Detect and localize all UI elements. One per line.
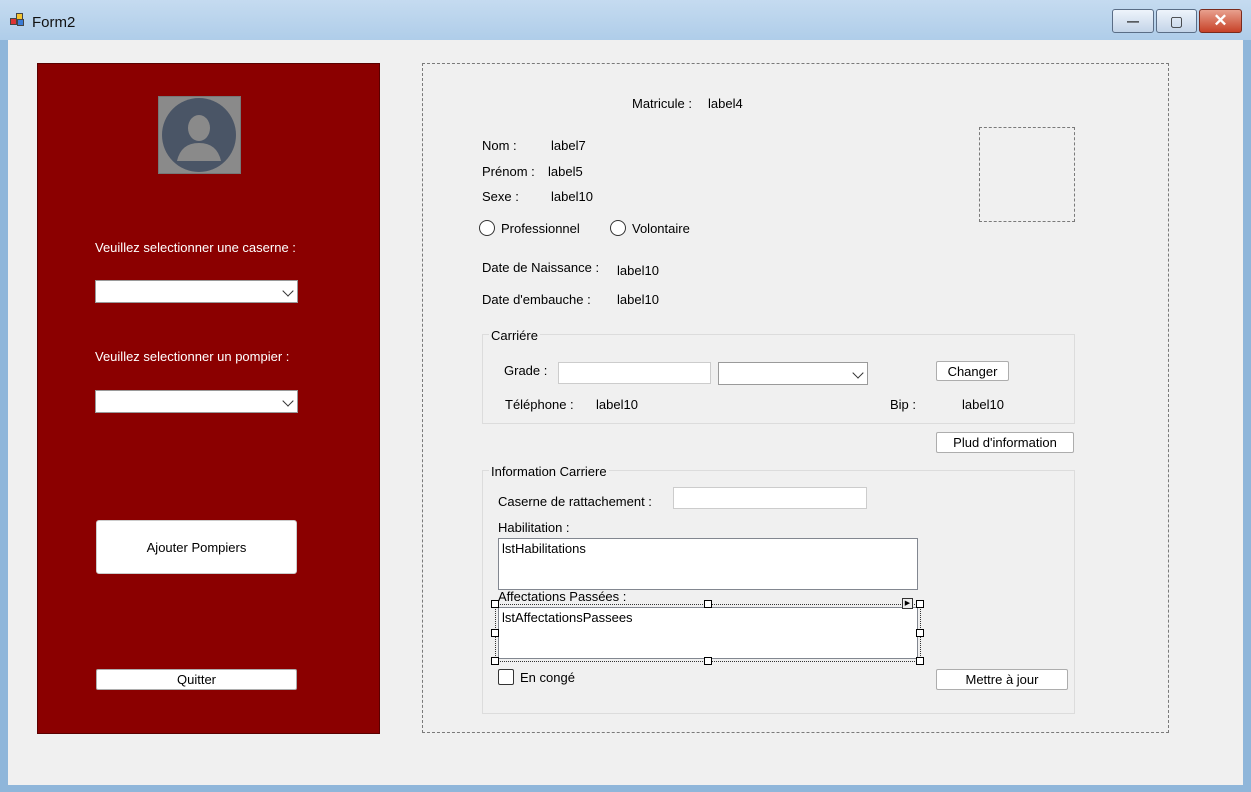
telephone-label: Téléphone : xyxy=(505,397,574,412)
telephone-value: label10 xyxy=(596,397,638,412)
bip-value: label10 xyxy=(962,397,1004,412)
professionnel-radio[interactable] xyxy=(479,220,495,236)
habilitations-listbox[interactable]: lstHabilitations xyxy=(498,538,918,590)
embauche-value: label10 xyxy=(617,292,659,307)
matricule-label: Matricule : xyxy=(632,96,692,111)
add-pompier-button[interactable]: Ajouter Pompiers xyxy=(96,520,297,574)
title-bar xyxy=(0,0,1251,40)
chevron-down-icon xyxy=(282,285,294,297)
more-info-button[interactable]: Plud d'information xyxy=(936,432,1074,453)
habilitations-list-item: lstHabilitations xyxy=(502,541,586,556)
affectations-label: Affectations Passées : xyxy=(498,589,627,604)
pompier-select-label: Veuillez selectionner un pompier : xyxy=(95,349,290,364)
prenom-label: Prénom : xyxy=(482,164,535,179)
naissance-label: Date de Naissance : xyxy=(482,260,600,275)
chevron-down-icon xyxy=(282,395,294,407)
caserne-rattachement-label: Caserne de rattachement : xyxy=(498,494,652,509)
nom-value: label7 xyxy=(551,138,586,153)
resize-handle[interactable] xyxy=(491,657,499,665)
naissance-value: label10 xyxy=(617,263,659,278)
prenom-value: label5 xyxy=(548,164,583,179)
avatar xyxy=(158,96,241,174)
photo-picturebox xyxy=(979,127,1075,222)
pompier-combobox[interactable] xyxy=(95,390,298,413)
conge-checkbox[interactable] xyxy=(498,669,514,685)
affectations-listbox[interactable]: lstAffectationsPassees xyxy=(498,607,918,659)
affectations-list-item: lstAffectationsPassees xyxy=(502,610,633,625)
resize-handle[interactable] xyxy=(704,657,712,665)
update-button[interactable]: Mettre à jour xyxy=(936,669,1068,690)
grade-textbox[interactable] xyxy=(558,362,711,384)
grade-combobox[interactable] xyxy=(718,362,868,385)
chevron-down-icon xyxy=(852,367,864,379)
resize-handle[interactable] xyxy=(916,600,924,608)
resize-handle[interactable] xyxy=(491,600,499,608)
conge-label: En congé xyxy=(520,670,575,685)
user-avatar-icon xyxy=(162,98,236,172)
resize-handle[interactable] xyxy=(916,657,924,665)
minimize-button[interactable]: — xyxy=(1112,9,1154,33)
matricule-value: label4 xyxy=(708,96,743,111)
caserne-combobox[interactable] xyxy=(95,280,298,303)
caserne-select-label: Veuillez selectionner une caserne : xyxy=(95,240,296,255)
carriere-group-title: Carriére xyxy=(489,328,540,343)
volontaire-radio[interactable] xyxy=(610,220,626,236)
close-icon: ✕ xyxy=(1213,11,1228,30)
grade-label: Grade : xyxy=(504,363,548,378)
bip-label: Bip : xyxy=(890,397,917,412)
professionnel-label: Professionnel xyxy=(501,221,580,236)
smart-tag-icon[interactable]: ▶ xyxy=(902,598,913,609)
nom-label: Nom : xyxy=(482,138,517,153)
caserne-rattachement-textbox[interactable] xyxy=(673,487,867,509)
sexe-label: Sexe : xyxy=(482,189,519,204)
habilitation-label: Habilitation : xyxy=(498,520,570,535)
change-button[interactable]: Changer xyxy=(936,361,1009,381)
resize-handle[interactable] xyxy=(704,600,712,608)
quit-button[interactable]: Quitter xyxy=(96,669,297,690)
info-carriere-group-title: Information Carriere xyxy=(489,464,609,479)
embauche-label: Date d'embauche : xyxy=(482,292,591,307)
volontaire-label: Volontaire xyxy=(632,221,690,236)
app-icon xyxy=(10,13,26,27)
close-button[interactable]: ✕ xyxy=(1199,9,1242,33)
resize-handle[interactable] xyxy=(916,629,924,637)
sexe-value: label10 xyxy=(551,189,593,204)
maximize-icon: ▢ xyxy=(1169,12,1184,29)
minimize-icon: — xyxy=(1127,14,1139,28)
maximize-button[interactable]: ▢ xyxy=(1156,9,1197,33)
window-title: Form2 xyxy=(32,14,76,31)
resize-handle[interactable] xyxy=(491,629,499,637)
